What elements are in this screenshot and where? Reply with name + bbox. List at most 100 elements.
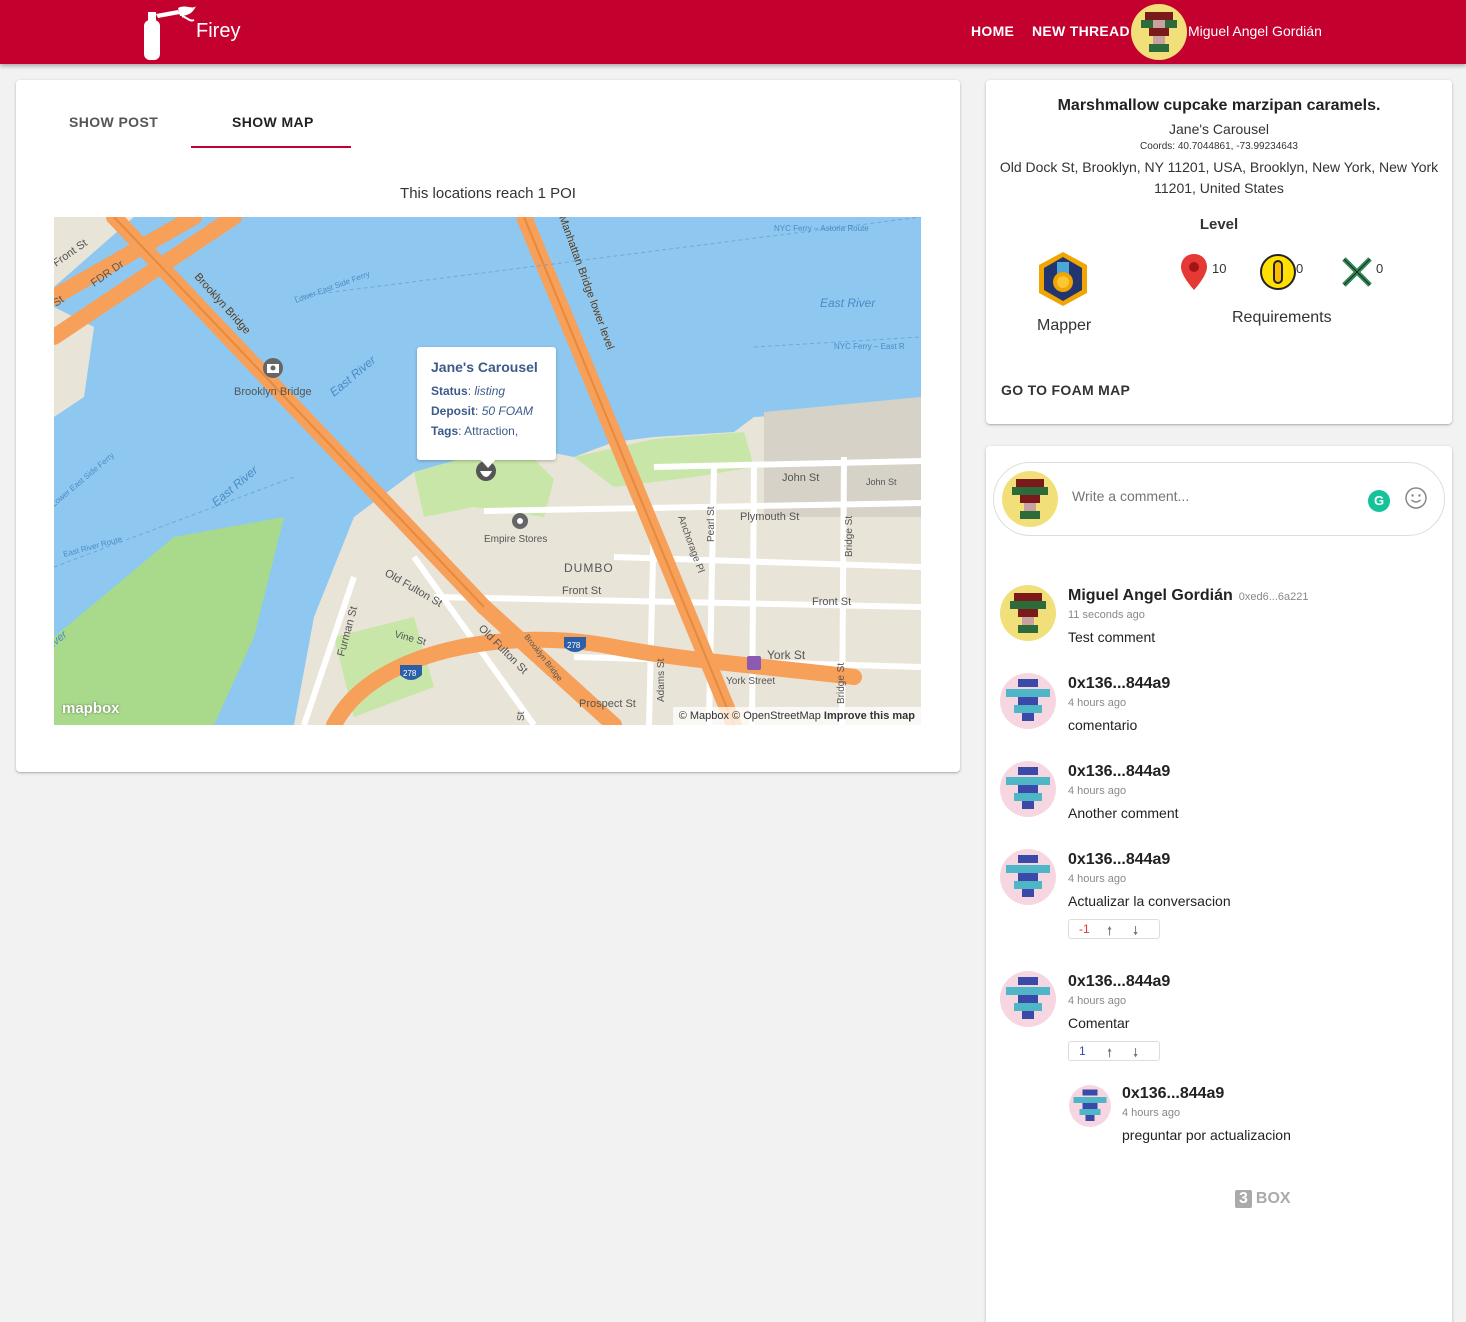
map-label-st-bottom: St (516, 711, 527, 721)
map-label-bridge-st-2: Bridge St (836, 663, 847, 704)
downvote-arrow-icon[interactable]: 🠗 (1133, 922, 1138, 943)
comment-author-address: 0xed6...6a221 (1238, 591, 1309, 603)
reach-text: This locations reach 1 POI (400, 185, 576, 202)
comment-input[interactable] (1072, 488, 1352, 504)
map-label-york-st: York St (767, 648, 806, 662)
map-label-john-st: John St (782, 472, 819, 484)
emoji-icon[interactable] (1405, 487, 1427, 509)
map-label-york-street: York Street (726, 676, 775, 687)
map-label-ferry-1: NYC Ferry – Astoria Route (774, 224, 869, 233)
comment-time: 11 seconds ago (1068, 609, 1145, 621)
comment-text: Comentar (1068, 1015, 1130, 1031)
3box-logo-text: BOX (1255, 1190, 1291, 1207)
comment-time: 4 hours ago (1068, 995, 1127, 1007)
comment-author[interactable]: Miguel Angel Gordián 0xed6...6a221 (1068, 587, 1308, 605)
comment-avatar[interactable] (1000, 971, 1056, 1027)
tab-show-post[interactable]: SHOW POST (69, 114, 158, 130)
coin-icon (1260, 254, 1296, 290)
nav-home[interactable]: HOME (971, 23, 1014, 39)
req-pins-value: 10 (1212, 261, 1227, 276)
req-coins-value: 0 (1296, 261, 1304, 276)
go-to-foam-map-button[interactable]: GO TO FOAM MAP (1001, 382, 1130, 398)
comment-avatar[interactable] (1000, 673, 1056, 729)
vote-score: 1 (1079, 1044, 1086, 1058)
place-name: Jane's Carousel (1169, 121, 1269, 137)
brand-name[interactable]: Firey (196, 20, 240, 43)
comment-time: 4 hours ago (1068, 873, 1127, 885)
post-card: SHOW POST SHOW MAP This locations reach … (16, 80, 960, 772)
vote-score: -1 (1079, 922, 1090, 936)
popup-tags-label: Tags (431, 424, 459, 438)
requirements-label: Requirements (1232, 309, 1332, 326)
level-label: Level (1199, 216, 1239, 233)
popup-status: Status: listing (431, 384, 506, 398)
coords: Coords: 40.7044861, -73.99234643 (1140, 141, 1298, 152)
tab-indicator (191, 146, 351, 148)
comment-text: Test comment (1068, 629, 1156, 645)
badge-label: Mapper (1037, 317, 1092, 334)
popup-status-label: Status (431, 384, 468, 398)
comments-card: G Miguel Angel Gordián 0xed6...6a221 11 s… (986, 446, 1452, 1322)
map-label-front-st-2: Front St (812, 596, 851, 608)
map-label-prospect-st: Prospect St (579, 698, 636, 710)
upvote-arrow-icon[interactable]: 🠕 (1107, 922, 1112, 943)
map[interactable]: Manhattan Bridge lower level Brooklyn Br… (54, 217, 921, 725)
comment-avatar[interactable] (1069, 1085, 1111, 1127)
tab-show-map[interactable]: SHOW MAP (232, 114, 314, 130)
user-name[interactable]: Miguel Angel Gordián (1188, 23, 1322, 39)
improve-map-link[interactable]: Improve this map (824, 710, 915, 722)
nav-new-thread[interactable]: NEW THREAD (1032, 23, 1130, 39)
comment-composer: G (993, 462, 1445, 536)
user-avatar[interactable] (1131, 4, 1187, 60)
popup-tail (480, 459, 496, 468)
map-label-bridge-st: Bridge St (844, 516, 855, 557)
map-label-i278-2: 278 (403, 669, 417, 678)
comment-author-name[interactable]: 0x136...844a9 (1068, 973, 1170, 991)
map-attribution: © Mapbox © OpenStreetMap Improve this ma… (672, 707, 921, 725)
popup-deposit-value: 50 FOAM (481, 404, 534, 418)
subway-icon (747, 656, 761, 670)
mapbox-logo[interactable]: mapbox (62, 700, 120, 717)
comment-avatar[interactable] (1000, 849, 1056, 905)
comment-text: Another comment (1068, 805, 1179, 821)
app-bar: Firey HOME NEW THREAD Miguel Angel Gordi… (0, 0, 1466, 64)
map-canvas[interactable]: Manhattan Bridge lower level Brooklyn Br… (54, 217, 921, 725)
upvote-arrow-icon[interactable]: 🠕 (1107, 1044, 1112, 1065)
comment-author-name[interactable]: Miguel Angel Gordián (1068, 587, 1233, 604)
3box-logo[interactable]: 3 BOX (1235, 1190, 1291, 1208)
map-label-john-st-2: John St (866, 477, 897, 487)
map-label-adams-st: Adams St (656, 658, 667, 702)
crossed-swords-icon (1342, 257, 1372, 287)
pin-icon (1181, 254, 1207, 290)
comment-author-name[interactable]: 0x136...844a9 (1068, 675, 1170, 693)
popup-tags-value: Attraction, (464, 424, 519, 438)
comment-text: Actualizar la conversacion (1068, 893, 1231, 909)
composer-avatar (1002, 471, 1058, 527)
comment-avatar[interactable] (1000, 761, 1056, 817)
post-title: Marshmallow cupcake marzipan caramels. (1057, 97, 1381, 114)
popup-status-value: listing (474, 384, 506, 398)
comment-avatar[interactable] (1000, 585, 1056, 641)
map-label-dumbo: DUMBO (564, 561, 614, 575)
popup-deposit: Deposit: 50 FOAM (431, 404, 534, 418)
fire-extinguisher-logo-icon[interactable] (138, 4, 198, 60)
mapper-badge-icon (1039, 252, 1087, 306)
downvote-arrow-icon[interactable]: 🠗 (1133, 1044, 1138, 1065)
comment-author-name[interactable]: 0x136...844a9 (1068, 763, 1170, 781)
comment-text: comentario (1068, 717, 1138, 733)
req-swords-value: 0 (1376, 261, 1384, 276)
grammarly-icon[interactable]: G (1368, 490, 1390, 512)
map-label-plymouth-st: Plymouth St (740, 511, 799, 523)
map-label-pearl-st: Pearl St (706, 506, 717, 542)
attribution-text[interactable]: © Mapbox © OpenStreetMap (679, 710, 821, 722)
map-label-front-st: Front St (562, 585, 601, 597)
comment-author-name[interactable]: 0x136...844a9 (1068, 851, 1170, 869)
popup-title: Jane's Carousel (431, 359, 538, 375)
popup-tags: Tags: Attraction, (431, 424, 519, 438)
comment-author-name[interactable]: 0x136...844a9 (1122, 1085, 1224, 1103)
vote-control: -1 🠕 🠗 (1068, 919, 1160, 939)
map-label-i278: 278 (567, 641, 581, 650)
map-label-east-river-1: East River (820, 296, 876, 310)
comment-time: 4 hours ago (1068, 697, 1127, 709)
comment-time: 4 hours ago (1068, 785, 1127, 797)
